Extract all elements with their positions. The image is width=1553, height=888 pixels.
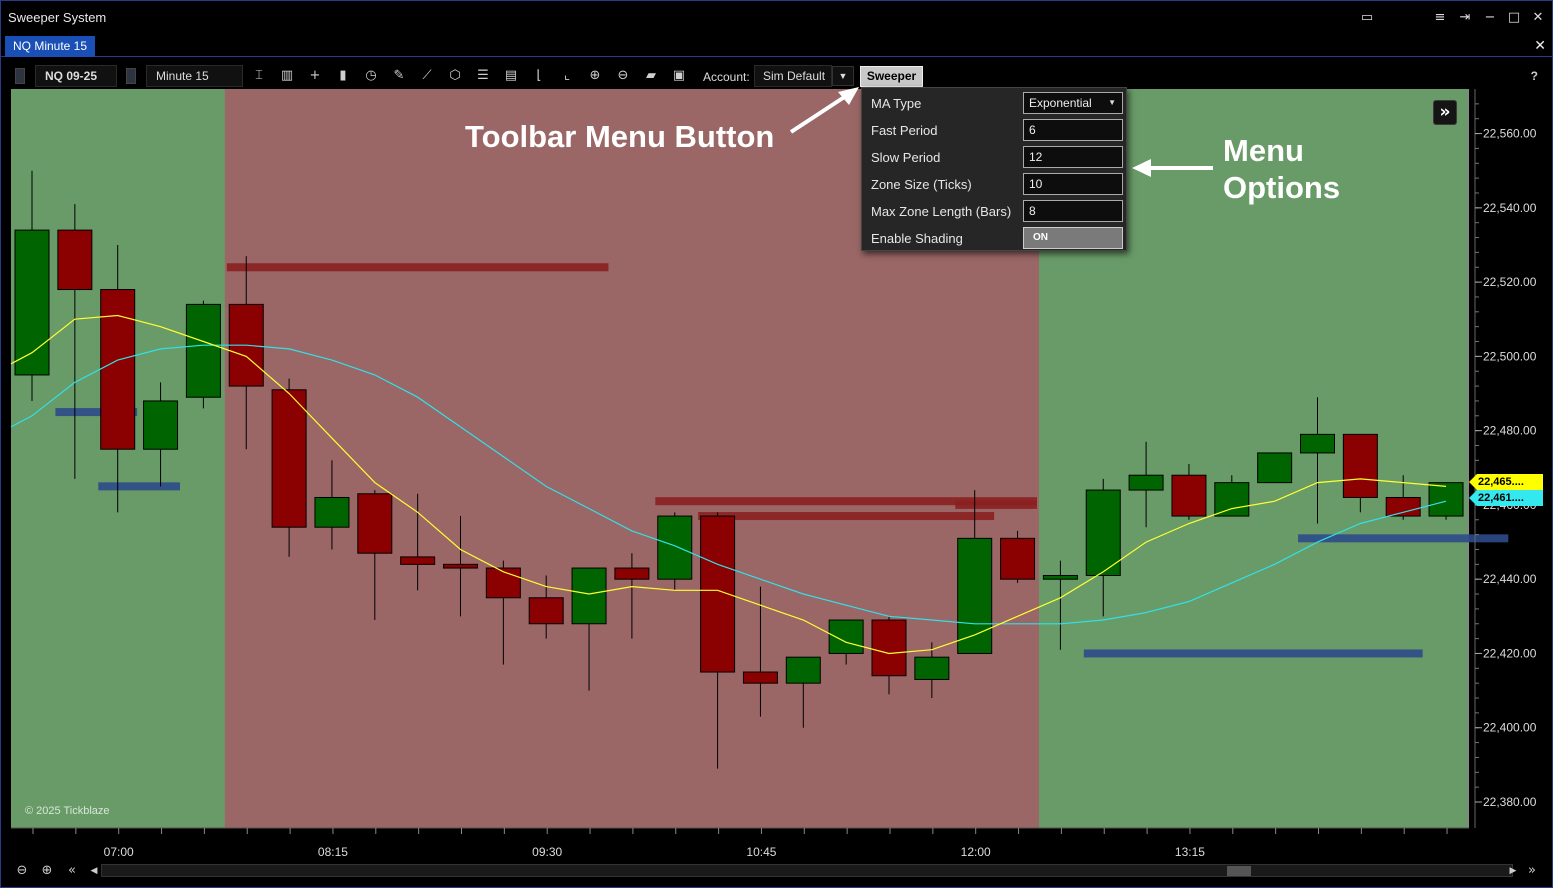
bottom-navigation-bar: ⊖ ⊕ « ◀ ▶ » [9, 861, 1546, 881]
scrollbar-thumb[interactable] [1227, 866, 1251, 876]
scroll-right-icon[interactable]: ▶ [1504, 862, 1522, 880]
scroll-end-icon[interactable]: » [1523, 862, 1541, 880]
annotation-arrows [789, 87, 1213, 177]
toolbar-arrow-head [838, 87, 859, 105]
menu-arrow-head [1132, 159, 1151, 177]
toolbar-arrow-line [789, 92, 851, 134]
app-window: Sweeper System ▭ ≡ ⇥ − □ ✕ NQ Minute 15 … [0, 0, 1553, 888]
zoom-out-icon[interactable]: ⊖ [13, 862, 31, 880]
scroll-start-icon[interactable]: « [63, 862, 81, 880]
horizontal-scrollbar[interactable] [101, 864, 1513, 877]
zoom-in-icon[interactable]: ⊕ [38, 862, 56, 880]
